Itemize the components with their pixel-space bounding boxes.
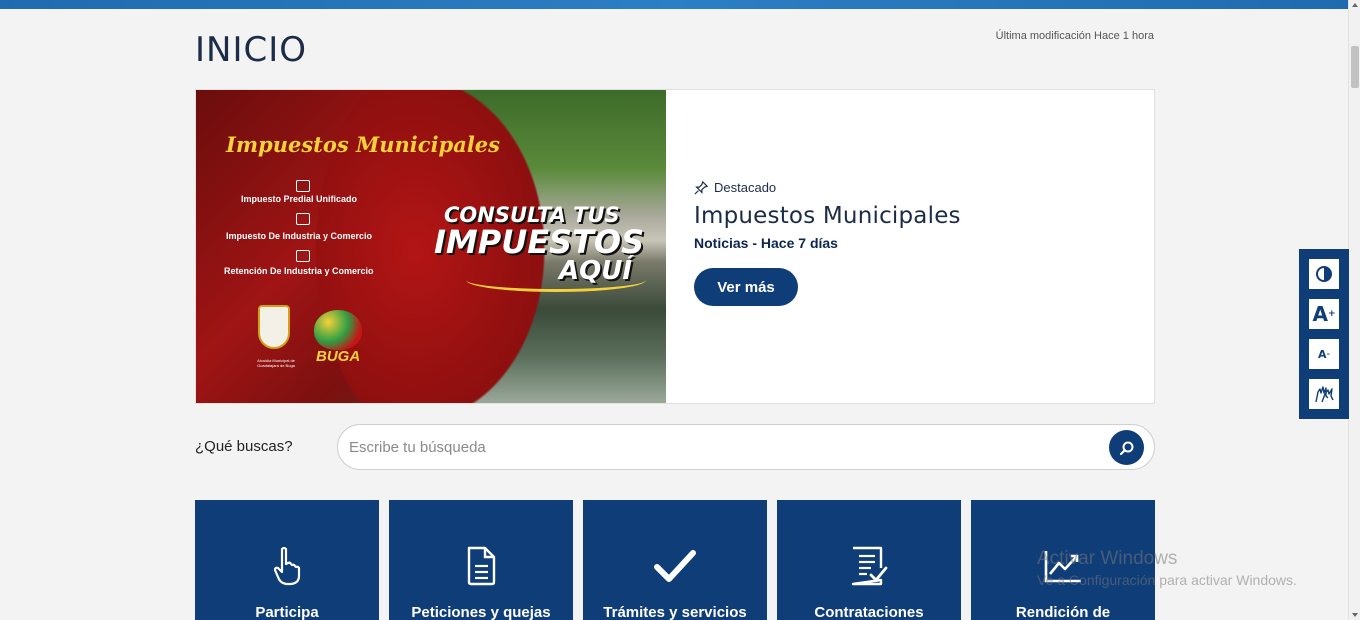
decrease-font-button[interactable]: A – [1309,339,1339,369]
search-label: ¿Qué buscas? [195,438,293,455]
font-decrease-icon: A [1317,347,1327,361]
checkmark-icon [653,544,697,588]
search-box [337,424,1155,470]
increase-font-button[interactable]: A + [1309,299,1339,329]
search-input[interactable] [349,425,1099,469]
tile-contrataciones[interactable]: Contrataciones [777,500,961,620]
windows-activation-watermark: Activar Windows Ve a Configuración para … [1037,548,1297,588]
featured-tag-label: Destacado [714,180,777,195]
tile-label: Rendición de [1015,604,1111,620]
page-scrollbar[interactable] [1348,0,1360,620]
font-increase-icon: A [1312,302,1328,326]
top-header-bar [0,0,1348,9]
sign-language-button[interactable] [1309,379,1339,409]
headline-line-2: IMPUESTOS [434,223,645,261]
house-icon [296,180,310,192]
image-headline: CONSULTA TUS IMPUESTOS AQUÍ [434,205,645,285]
tile-peticiones[interactable]: Peticiones y quejas [389,500,573,620]
checklist-document-icon [847,544,891,588]
featured-title[interactable]: Impuestos Municipales [694,203,961,229]
ver-mas-button[interactable]: Ver más [694,268,798,306]
featured-meta: Noticias - Hace 7 días [694,235,838,251]
buga-logo-text: BUGA [316,348,361,365]
contrast-button[interactable] [1309,259,1339,289]
last-modified-text: Última modificación Hace 1 hora [995,30,1154,42]
scroll-up-arrow-icon[interactable] [1352,3,1358,7]
quick-access-tiles: Participa Peticiones y quejas Trámites y… [195,500,1155,620]
tile-participa[interactable]: Participa [195,500,379,620]
pushpin-icon [694,180,708,195]
contrast-icon [1316,266,1332,282]
image-title: Impuestos Municipales [226,132,500,157]
scrollbar-thumb[interactable] [1351,46,1359,88]
page-title: INICIO [195,30,308,70]
tile-label: Trámites y servicios [603,604,747,620]
image-item-3: Retención De Industria y Comercio [224,266,374,276]
seal-caption: Alcaldía Municipal de Guadalajara de Bug… [257,358,295,368]
image-item-1: Impuesto Predial Unificado [241,194,358,204]
featured-image[interactable]: Impuestos Municipales Impuesto Predial U… [196,90,666,403]
layers-icon [296,250,310,262]
building-icon [296,213,310,225]
tile-tramites[interactable]: Trámites y servicios [583,500,767,620]
buga-heart-logo-icon [314,310,362,350]
search-icon [1119,441,1133,455]
watermark-line-1: Activar Windows [1037,548,1178,569]
tile-label: Participa [255,604,319,620]
tile-label: Peticiones y quejas [411,604,551,620]
featured-card: Impuestos Municipales Impuesto Predial U… [195,89,1155,404]
watermark-line-2: Ve a Configuración para activar Windows. [1037,572,1297,588]
sign-language-hands-icon [1315,386,1334,403]
scroll-down-arrow-icon[interactable] [1352,613,1358,617]
featured-info: Destacado Impuestos Municipales Noticias… [694,180,961,306]
accessibility-toolbar: A + A – [1299,249,1349,419]
featured-tag: Destacado [694,180,961,195]
image-item-2: Impuesto De Industria y Comercio [226,231,373,241]
document-icon [459,544,503,588]
search-button[interactable] [1109,430,1144,465]
tile-label: Contrataciones [814,604,924,620]
municipal-seal-icon [258,305,290,349]
hand-pointer-icon [265,544,309,588]
